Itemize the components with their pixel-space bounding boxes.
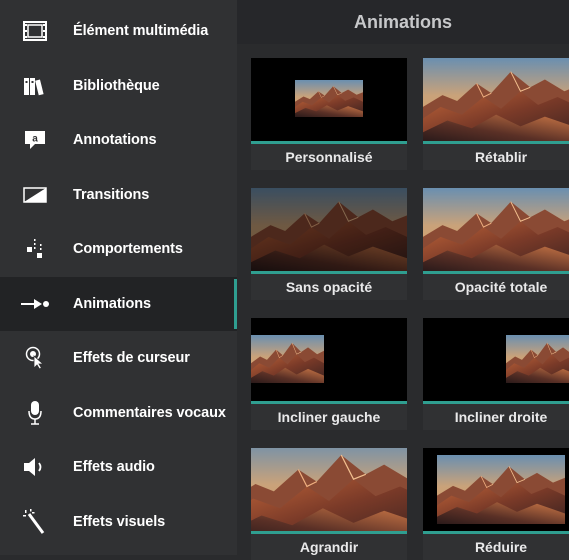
svg-text:a: a bbox=[32, 134, 38, 145]
sidebar-item-label: Effets visuels bbox=[73, 514, 166, 530]
thumbnail bbox=[251, 448, 407, 531]
sidebar-item-label: Annotations bbox=[73, 132, 157, 148]
animation-tile-no-opacity[interactable]: Sans opacité bbox=[251, 188, 407, 300]
animation-tile-custom[interactable]: Personnalisé bbox=[251, 58, 407, 170]
thumbnail bbox=[423, 318, 569, 401]
panel-title: Animations bbox=[237, 0, 569, 44]
sidebar-item-label: Transitions bbox=[73, 187, 150, 203]
sidebar-item-label: Effets audio bbox=[73, 459, 155, 475]
magic-wand-icon bbox=[18, 507, 52, 537]
animations-panel: Animations Personnalisé Rétablir Sans op… bbox=[237, 0, 569, 560]
tile-label: Agrandir bbox=[251, 534, 407, 560]
sidebar-item-animations[interactable]: Animations bbox=[0, 277, 237, 331]
speaker-icon bbox=[18, 452, 52, 482]
sidebar-item-cursor-effects[interactable]: Effets de curseur bbox=[0, 331, 237, 385]
sidebar-item-transitions[interactable]: Transitions bbox=[0, 168, 237, 222]
microphone-icon bbox=[18, 398, 52, 428]
tile-label: Rétablir bbox=[423, 144, 569, 170]
animation-tile-tilt-left[interactable]: Incliner gauche bbox=[251, 318, 407, 430]
thumbnail bbox=[423, 58, 569, 141]
tile-label: Personnalisé bbox=[251, 144, 407, 170]
sidebar-item-label: Animations bbox=[73, 296, 151, 312]
sidebar-item-label: Comportements bbox=[73, 241, 183, 257]
tile-label: Sans opacité bbox=[251, 274, 407, 300]
thumbnail bbox=[251, 58, 407, 141]
animation-tile-tilt-right[interactable]: Incliner droite bbox=[423, 318, 569, 430]
tile-label: Opacité totale bbox=[423, 274, 569, 300]
library-icon bbox=[18, 71, 52, 101]
thumbnail bbox=[251, 188, 407, 271]
animation-tile-zoom-in[interactable]: Agrandir bbox=[251, 448, 407, 560]
cursor-effects-icon bbox=[18, 343, 52, 373]
behaviors-icon bbox=[18, 234, 52, 264]
thumbnail bbox=[423, 448, 569, 531]
animation-arrow-icon bbox=[18, 289, 52, 319]
sidebar-item-label: Effets de curseur bbox=[73, 350, 190, 366]
sidebar-item-media[interactable]: Élément multimédia bbox=[0, 4, 237, 58]
animation-tile-full-opacity[interactable]: Opacité totale bbox=[423, 188, 569, 300]
animation-tile-restore[interactable]: Rétablir bbox=[423, 58, 569, 170]
sidebar-item-label: Élément multimédia bbox=[73, 23, 209, 39]
tile-label: Réduire bbox=[423, 534, 569, 560]
sidebar: Élément multimédia Bibliothèque a Annota… bbox=[0, 0, 237, 555]
sidebar-item-label: Bibliothèque bbox=[73, 78, 160, 94]
tile-label: Incliner droite bbox=[423, 404, 569, 430]
film-icon bbox=[18, 16, 52, 46]
thumbnail bbox=[423, 188, 569, 271]
sidebar-item-visual-effects[interactable]: Effets visuels bbox=[0, 495, 237, 549]
sidebar-item-library[interactable]: Bibliothèque bbox=[0, 59, 237, 113]
sidebar-item-behaviors[interactable]: Comportements bbox=[0, 222, 237, 276]
tile-label: Incliner gauche bbox=[251, 404, 407, 430]
sidebar-item-label: Commentaires vocaux bbox=[73, 405, 226, 421]
thumbnail bbox=[251, 318, 407, 401]
animation-tile-zoom-out[interactable]: Réduire bbox=[423, 448, 569, 560]
transition-icon bbox=[18, 180, 52, 210]
sidebar-item-annotations[interactable]: a Annotations bbox=[0, 113, 237, 167]
sidebar-item-audio-effects[interactable]: Effets audio bbox=[0, 440, 237, 494]
sidebar-item-voice-narration[interactable]: Commentaires vocaux bbox=[0, 386, 237, 440]
annotation-icon: a bbox=[18, 125, 52, 155]
